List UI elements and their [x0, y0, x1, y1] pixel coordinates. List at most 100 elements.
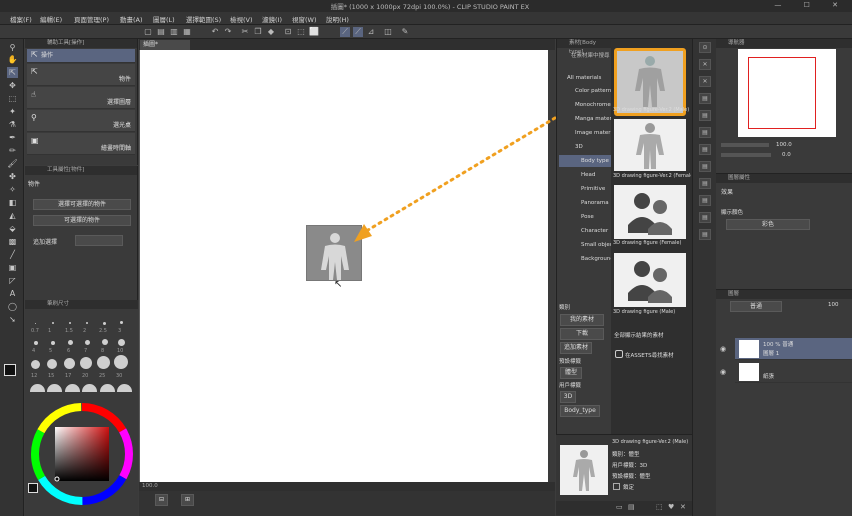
menu-window[interactable]: 視窗(W): [292, 14, 317, 24]
selection-icon[interactable]: ⬚: [7, 93, 18, 104]
tree-head[interactable]: Head: [559, 169, 611, 181]
list-view-icon[interactable]: ▤: [628, 503, 635, 511]
pen-icon[interactable]: ✒: [7, 132, 18, 143]
brush-size-dot[interactable]: [64, 358, 75, 369]
delete-icon[interactable]: ✕: [680, 503, 686, 511]
subtool-object[interactable]: ⇱ 物件: [27, 64, 135, 86]
display-color-dropdown[interactable]: 彩色: [726, 219, 810, 230]
brush-size-dot[interactable]: [86, 322, 88, 324]
blend-icon[interactable]: ◭: [7, 210, 18, 221]
tree-all-materials[interactable]: All materials: [559, 72, 611, 84]
brush-size-dot[interactable]: [47, 384, 62, 392]
added-materials-button[interactable]: 追加素材: [560, 342, 592, 354]
brush-size-dot[interactable]: [103, 322, 106, 325]
show-all-results[interactable]: 全部顯示結果的素材: [614, 331, 664, 339]
fill-bucket-icon[interactable]: ⬙: [7, 223, 18, 234]
brush-settings-icon[interactable]: ✎: [400, 27, 410, 37]
transform-icon[interactable]: ⬚: [296, 27, 306, 37]
brush-size-dot[interactable]: [97, 356, 110, 369]
brush-size-dot[interactable]: [69, 322, 71, 324]
snap-special-icon[interactable]: ⟋: [353, 27, 363, 37]
decoration-icon[interactable]: ✧: [7, 184, 18, 195]
lasso-icon[interactable]: ✦: [7, 106, 18, 117]
material-thumb-female-v2[interactable]: [614, 119, 686, 171]
material-tab-icon-2[interactable]: ✕: [699, 76, 711, 87]
window-controls[interactable]: — ☐ ✕: [774, 1, 848, 9]
subtool-timeline[interactable]: ▣ 繪畫時間軸: [27, 133, 135, 155]
save-icon[interactable]: ▥: [169, 27, 179, 37]
tree-color-pattern[interactable]: Color pattern: [559, 85, 611, 97]
zoom-readout[interactable]: 100.0: [142, 483, 158, 489]
brush-size-dot[interactable]: [68, 340, 73, 345]
brush-size-dot[interactable]: [47, 359, 57, 369]
balloon-icon[interactable]: ◯: [7, 301, 18, 312]
subtool-operation[interactable]: ⇱ 操作: [27, 49, 135, 63]
new-file-icon[interactable]: ▢: [143, 27, 153, 37]
menu-file[interactable]: 檔案(F): [10, 14, 32, 24]
material-thumb-male[interactable]: [614, 253, 686, 307]
folder-icon-6[interactable]: ▤: [699, 178, 711, 189]
folder-icon[interactable]: ▤: [699, 93, 711, 104]
eye-icon[interactable]: ◉: [720, 368, 726, 376]
color-wheel[interactable]: [29, 401, 135, 507]
gradient-icon[interactable]: ▩: [7, 236, 18, 247]
blend-mode-dropdown[interactable]: 普通: [730, 301, 782, 312]
open-icon[interactable]: ▤: [156, 27, 166, 37]
tree-image[interactable]: Image material: [559, 127, 611, 139]
tree-3d[interactable]: 3D: [559, 141, 611, 153]
fill-icon[interactable]: ◆: [266, 27, 276, 37]
lock-checkbox[interactable]: [613, 483, 620, 490]
layer-row-paper[interactable]: 紙張: [735, 361, 852, 383]
text-icon[interactable]: A: [7, 288, 18, 299]
navigator-view-frame[interactable]: [748, 57, 816, 129]
tree-manga[interactable]: Manga material: [559, 113, 611, 125]
brush-size-dot[interactable]: [31, 360, 40, 369]
navigator-angle[interactable]: 0.0: [782, 152, 791, 158]
ruler-icon[interactable]: ◫: [383, 27, 393, 37]
tree-monochrome[interactable]: Monochrome: [559, 99, 611, 111]
menu-filter[interactable]: 濾鏡(I): [262, 14, 282, 24]
opacity-value[interactable]: 100: [828, 302, 839, 308]
tree-pose[interactable]: Pose: [559, 211, 611, 223]
menu-view[interactable]: 檢視(V): [230, 14, 253, 24]
brush-size-dot[interactable]: [85, 340, 90, 345]
eraser-icon[interactable]: ◧: [7, 197, 18, 208]
menu-selection[interactable]: 選擇範圍(S): [186, 14, 221, 24]
folder-icon-4[interactable]: ▤: [699, 144, 711, 155]
menu-page[interactable]: 頁面管理(P): [74, 14, 109, 24]
navigator-tab-icon[interactable]: ⊙: [699, 42, 711, 53]
color-main-swatch[interactable]: [28, 483, 38, 493]
bottom-tool-icon-2[interactable]: ⊞: [181, 494, 194, 506]
preset-tag-button[interactable]: 體型: [560, 367, 582, 379]
subtool-lighttable[interactable]: ⚲ 選光桌: [27, 110, 135, 132]
zoom-slider[interactable]: [721, 143, 769, 147]
snap-ruler-icon[interactable]: ⟋: [340, 27, 350, 37]
tree-primitive[interactable]: Primitive: [559, 183, 611, 195]
figure-icon[interactable]: ╱: [7, 249, 18, 260]
navigator-zoom[interactable]: 100.0: [776, 142, 792, 148]
hand-icon[interactable]: ✋: [7, 54, 18, 65]
brush-size-dot[interactable]: [114, 355, 128, 369]
user-tag-button[interactable]: 3D: [560, 391, 576, 403]
tree-body-type[interactable]: Body type: [559, 155, 611, 167]
redo-icon[interactable]: ↷: [223, 27, 233, 37]
pencil-icon[interactable]: ✏: [7, 145, 18, 156]
tree-panorama[interactable]: Panorama: [559, 197, 611, 209]
brush-size-dot[interactable]: [80, 357, 92, 369]
add-selection-buttons[interactable]: [75, 235, 123, 246]
brush-size-dot[interactable]: [100, 384, 115, 392]
navigator-preview[interactable]: [738, 49, 836, 137]
brush-size-dot[interactable]: [30, 384, 45, 392]
move-icon[interactable]: ✥: [7, 80, 18, 91]
eyedropper-icon[interactable]: ⚗: [7, 119, 18, 130]
main-color-swatch[interactable]: [4, 364, 16, 376]
view-mode-icon[interactable]: ▭: [616, 503, 623, 511]
cut-icon[interactable]: ✂: [240, 27, 250, 37]
snap-grid-icon[interactable]: ⊿: [366, 27, 376, 37]
material-thumb-female[interactable]: [614, 185, 686, 239]
brush-size-dot[interactable]: [102, 339, 108, 345]
favorite-icon[interactable]: ♥: [668, 503, 674, 511]
angle-slider[interactable]: [721, 153, 771, 157]
brush-size-dot[interactable]: [118, 339, 125, 346]
frame-icon[interactable]: ▣: [7, 262, 18, 273]
